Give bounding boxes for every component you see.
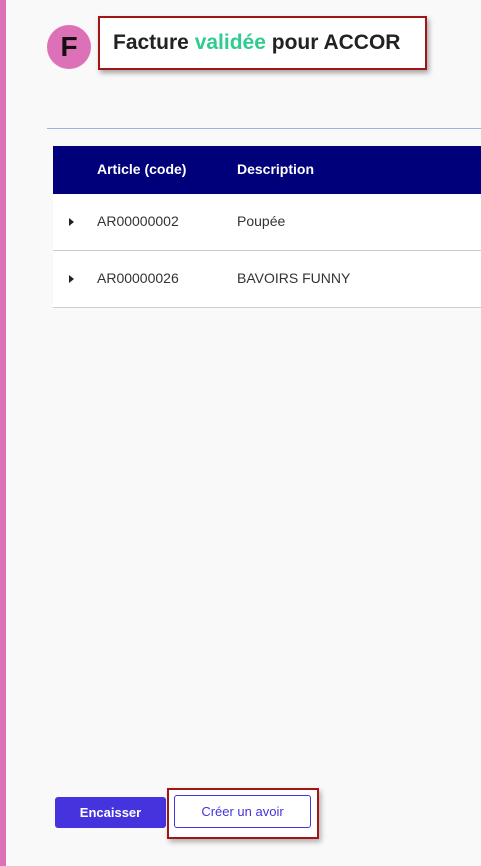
title-prefix: Facture — [113, 31, 189, 54]
row-code: AR00000026 — [97, 270, 179, 286]
column-header-code: Article (code) — [97, 161, 187, 177]
table-row[interactable]: AR00000026 BAVOIRS FUNNY — [53, 251, 481, 308]
row-description: BAVOIRS FUNNY — [237, 270, 351, 286]
avatar-letter: F — [60, 31, 78, 62]
row-code: AR00000002 — [97, 213, 179, 229]
column-header-description: Description — [237, 161, 315, 177]
row-description: Poupée — [237, 213, 286, 229]
table-header: Article (code) Description — [53, 146, 481, 194]
title-suffix: pour ACCOR — [271, 31, 401, 54]
divider — [47, 128, 481, 129]
title-status: validée — [194, 31, 266, 54]
left-accent-strip — [0, 0, 6, 866]
cash-in-button[interactable]: Encaisser — [55, 797, 166, 828]
title-highlight-box: Facture validée pour ACCOR — [98, 16, 427, 70]
expand-caret-icon[interactable] — [69, 218, 74, 226]
table-row[interactable]: AR00000002 Poupée — [53, 194, 481, 251]
articles-table: Article (code) Description AR00000002 Po… — [53, 146, 481, 308]
avatar: F — [47, 25, 91, 69]
page-title: Facture validée pour ACCOR — [113, 31, 400, 55]
expand-caret-icon[interactable] — [69, 275, 74, 283]
create-credit-note-button[interactable]: Créer un avoir — [174, 795, 311, 828]
